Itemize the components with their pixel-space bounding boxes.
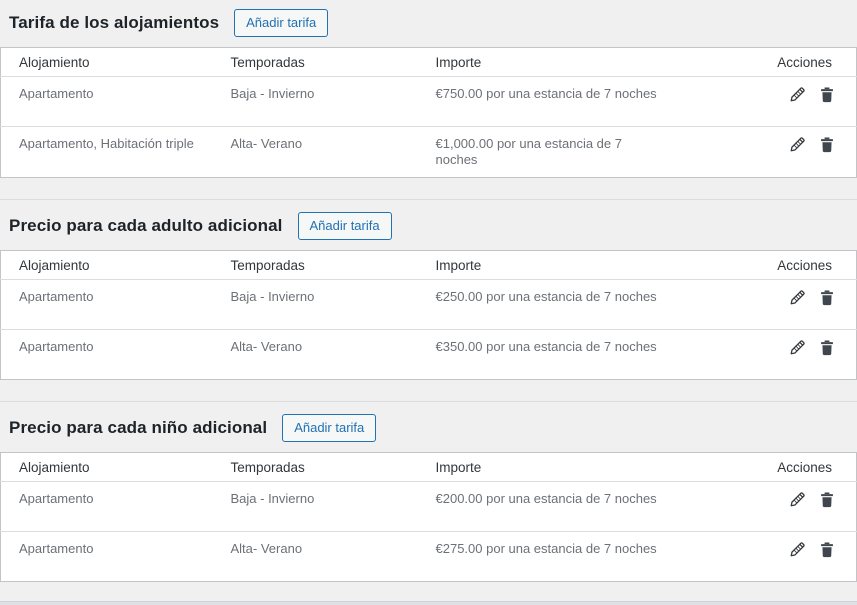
cell-temporadas: Baja - Invierno (213, 482, 418, 532)
cell-alojamiento: Apartamento (1, 77, 213, 127)
table-header-row: Alojamiento Temporadas Importe Acciones (1, 453, 857, 482)
cell-actions (680, 532, 857, 582)
column-header-importe: Importe (418, 251, 680, 280)
cell-actions (680, 127, 857, 178)
cell-alojamiento: Apartamento (1, 532, 213, 582)
section-extra-adult-price: Precio para cada adulto adicional Añadir… (0, 200, 857, 380)
column-header-alojamiento: Alojamiento (1, 453, 213, 482)
column-header-alojamiento: Alojamiento (1, 48, 213, 77)
cell-importe: €750.00 por una estancia de 7 noches (418, 77, 680, 127)
cell-importe: €350.00 por una estancia de 7 noches (418, 330, 680, 380)
page-title: Tarifa de los alojamientos (9, 13, 219, 33)
next-section-edge (0, 601, 857, 605)
section-header: Tarifa de los alojamientos Añadir tarifa (0, 0, 857, 47)
cell-importe: €200.00 por una estancia de 7 noches (418, 482, 680, 532)
column-header-alojamiento: Alojamiento (1, 251, 213, 280)
cell-actions (680, 280, 857, 330)
section-header: Precio para cada adulto adicional Añadir… (0, 200, 857, 250)
cell-actions (680, 77, 857, 127)
cell-temporadas: Baja - Invierno (213, 77, 418, 127)
cell-importe: €250.00 por una estancia de 7 noches (418, 280, 680, 330)
edit-icon[interactable] (789, 136, 806, 154)
cell-temporadas: Alta- Verano (213, 127, 418, 178)
tariff-table: Alojamiento Temporadas Importe Acciones … (0, 452, 857, 582)
trash-icon[interactable] (819, 339, 836, 357)
cell-temporadas: Baja - Invierno (213, 280, 418, 330)
table-header-row: Alojamiento Temporadas Importe Acciones (1, 48, 857, 77)
trash-icon[interactable] (819, 541, 836, 559)
add-tariff-button[interactable]: Añadir tarifa (234, 9, 328, 37)
column-header-temporadas: Temporadas (213, 251, 418, 280)
column-header-importe: Importe (418, 453, 680, 482)
cell-importe: €275.00 por una estancia de 7 noches (418, 532, 680, 582)
table-header-row: Alojamiento Temporadas Importe Acciones (1, 251, 857, 280)
column-header-importe: Importe (418, 48, 680, 77)
trash-icon[interactable] (819, 136, 836, 154)
section-header: Precio para cada niño adicional Añadir t… (0, 402, 857, 452)
section-extra-child-price: Precio para cada niño adicional Añadir t… (0, 402, 857, 582)
edit-icon[interactable] (789, 339, 806, 357)
edit-icon[interactable] (789, 491, 806, 509)
edit-icon[interactable] (789, 541, 806, 559)
cell-temporadas: Alta- Verano (213, 532, 418, 582)
cell-importe: €1,000.00 por una estancia de 7 noches (418, 127, 680, 178)
edit-icon[interactable] (789, 86, 806, 104)
edit-icon[interactable] (789, 289, 806, 307)
cell-alojamiento: Apartamento (1, 482, 213, 532)
table-row: Apartamento, Habitación triple Alta- Ver… (1, 127, 857, 178)
section-title: Precio para cada niño adicional (9, 418, 267, 438)
table-row: Apartamento Alta- Verano €350.00 por una… (1, 330, 857, 380)
trash-icon[interactable] (819, 491, 836, 509)
tariff-table: Alojamiento Temporadas Importe Acciones … (0, 250, 857, 380)
tariff-table: Alojamiento Temporadas Importe Acciones … (0, 47, 857, 178)
add-tariff-button[interactable]: Añadir tarifa (298, 212, 392, 240)
cell-alojamiento: Apartamento, Habitación triple (1, 127, 213, 178)
table-row: Apartamento Alta- Verano €275.00 por una… (1, 532, 857, 582)
trash-icon[interactable] (819, 86, 836, 104)
cell-temporadas: Alta- Verano (213, 330, 418, 380)
column-header-acciones: Acciones (680, 453, 857, 482)
trash-icon[interactable] (819, 289, 836, 307)
cell-alojamiento: Apartamento (1, 280, 213, 330)
column-header-acciones: Acciones (680, 251, 857, 280)
cell-alojamiento: Apartamento (1, 330, 213, 380)
column-header-temporadas: Temporadas (213, 453, 418, 482)
section-title: Precio para cada adulto adicional (9, 216, 283, 236)
cell-actions (680, 482, 857, 532)
add-tariff-button[interactable]: Añadir tarifa (282, 414, 376, 442)
section-accommodation-rates: Tarifa de los alojamientos Añadir tarifa… (0, 0, 857, 178)
table-row: Apartamento Baja - Invierno €250.00 por … (1, 280, 857, 330)
cell-actions (680, 330, 857, 380)
tariff-page: Tarifa de los alojamientos Añadir tarifa… (0, 0, 857, 605)
column-header-temporadas: Temporadas (213, 48, 418, 77)
column-header-acciones: Acciones (680, 48, 857, 77)
table-row: Apartamento Baja - Invierno €200.00 por … (1, 482, 857, 532)
table-row: Apartamento Baja - Invierno €750.00 por … (1, 77, 857, 127)
